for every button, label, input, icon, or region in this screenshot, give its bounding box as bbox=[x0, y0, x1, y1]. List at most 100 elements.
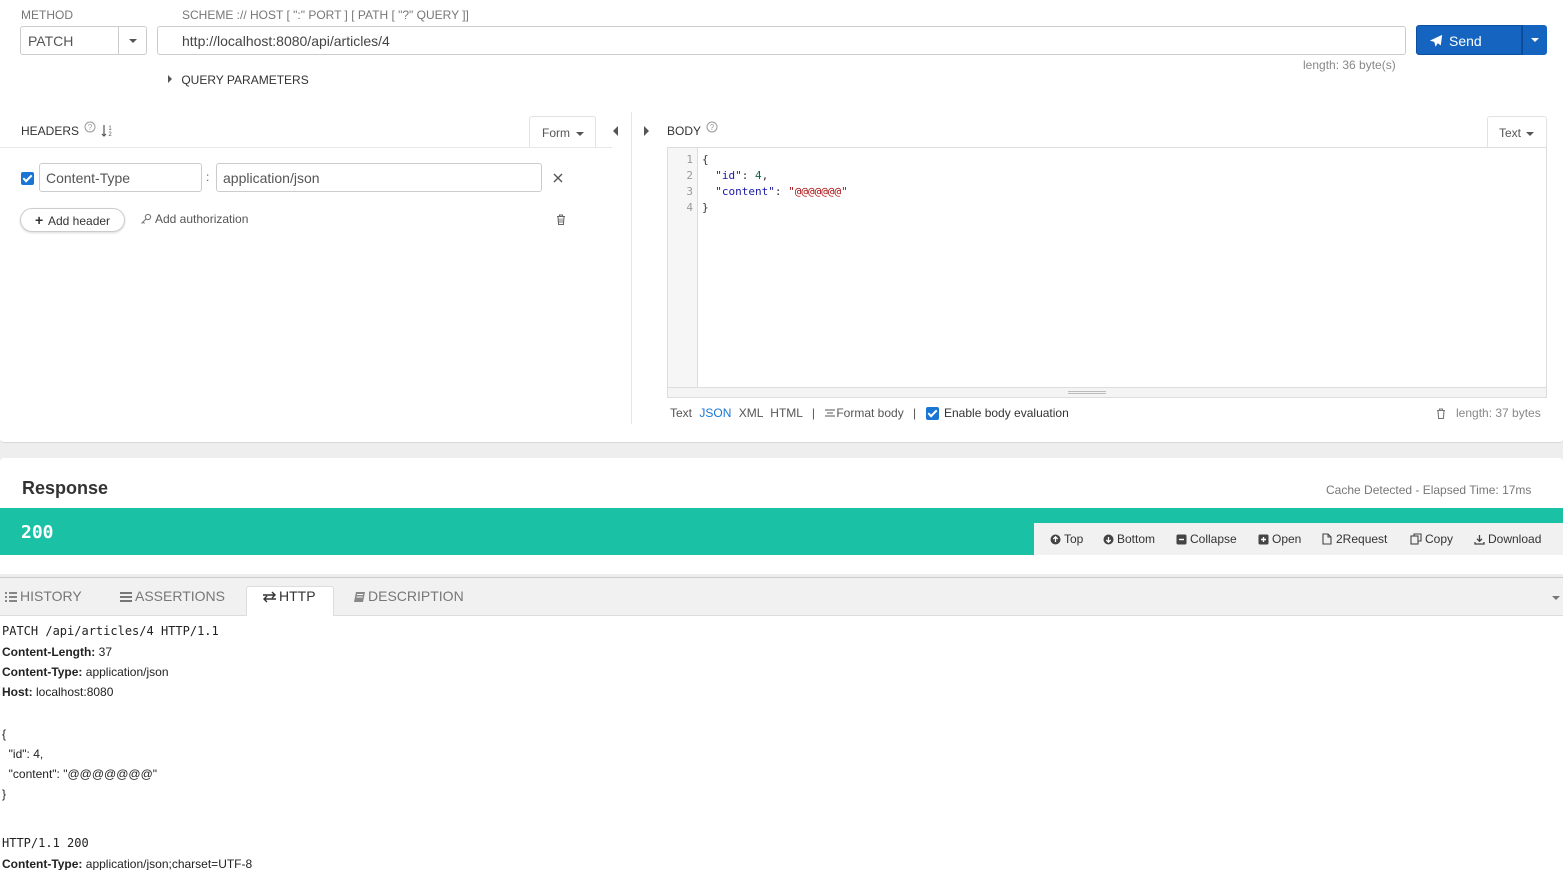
arrow-down-circle-icon bbox=[1103, 534, 1114, 545]
tab-http[interactable]: HTTP bbox=[262, 588, 316, 604]
url-label: SCHEME :// HOST [ ":" PORT ] [ PATH [ "?… bbox=[182, 8, 469, 22]
paper-plane-icon bbox=[1429, 34, 1443, 47]
checklist-icon bbox=[120, 592, 132, 602]
method-label: METHOD bbox=[21, 8, 73, 22]
trash-icon[interactable] bbox=[556, 214, 566, 225]
format-xml[interactable]: XML bbox=[739, 406, 763, 420]
format-json[interactable]: JSON bbox=[699, 406, 731, 420]
header-enabled-checkbox[interactable] bbox=[21, 172, 34, 185]
format-divider: | bbox=[913, 406, 917, 420]
list-icon bbox=[5, 592, 17, 602]
send-options-button[interactable] bbox=[1522, 25, 1547, 55]
headers-title: HEADERS bbox=[21, 124, 80, 138]
chevron-down-icon[interactable] bbox=[1552, 596, 1560, 600]
http-content: PATCH /api/articles/4 HTTP/1.1 Content-L… bbox=[0, 616, 1563, 870]
header-name-input[interactable]: Content-Type bbox=[39, 163, 202, 192]
svg-text:?: ? bbox=[710, 123, 715, 132]
url-value: http://localhost:8080/api/articles/4 bbox=[182, 33, 390, 49]
response-title: Response bbox=[22, 478, 109, 498]
method-caret[interactable] bbox=[118, 27, 146, 54]
headers-mode-dropdown[interactable]: Form bbox=[529, 116, 596, 147]
help-icon[interactable]: ? bbox=[706, 121, 718, 133]
format-text[interactable]: Text bbox=[670, 406, 692, 420]
line-number: 2 bbox=[686, 169, 693, 182]
chevron-down-icon bbox=[576, 132, 584, 136]
chevron-right-icon bbox=[168, 75, 172, 83]
response-header: Content-Type: application/json;charset=U… bbox=[2, 857, 253, 870]
body-length: length: 37 bytes bbox=[1456, 406, 1541, 420]
bottom-button[interactable]: Bottom bbox=[1103, 532, 1155, 546]
url-input[interactable]: http://localhost:8080/api/articles/4 bbox=[157, 26, 1406, 55]
collapse-right-icon[interactable] bbox=[644, 126, 649, 136]
copy-button[interactable]: Copy bbox=[1410, 532, 1453, 546]
body-mode-dropdown[interactable]: Text bbox=[1487, 116, 1547, 147]
header-value-input[interactable]: application/json bbox=[216, 163, 542, 192]
close-icon[interactable] bbox=[553, 173, 563, 183]
request-header: Content-Length: 37 bbox=[2, 645, 112, 659]
headers-mode-label: Form bbox=[542, 126, 570, 140]
line-number: 4 bbox=[686, 201, 693, 214]
trash-icon[interactable] bbox=[1436, 408, 1446, 419]
query-params-toggle[interactable]: QUERY PARAMETERS bbox=[168, 73, 309, 87]
add-authorization-label: Add authorization bbox=[155, 212, 249, 226]
svg-text:?: ? bbox=[88, 123, 93, 132]
body-editor[interactable]: 1 2 3 4 { "id": 4, "content": "@@@@@@@" … bbox=[667, 147, 1547, 398]
format-html[interactable]: HTML bbox=[770, 406, 802, 420]
open-button[interactable]: Open bbox=[1258, 532, 1301, 546]
pane-splitter[interactable] bbox=[631, 112, 632, 424]
response-line: HTTP/1.1 200 bbox=[2, 836, 89, 850]
line-number: 3 bbox=[686, 185, 693, 198]
request-header: Host: localhost:8080 bbox=[2, 685, 114, 699]
chevron-down-icon bbox=[129, 39, 137, 43]
headers-divider bbox=[0, 147, 612, 148]
align-icon bbox=[825, 409, 836, 417]
enable-eval-label: Enable body evaluation bbox=[944, 406, 1069, 420]
code-line: { bbox=[702, 153, 709, 166]
to-request-button[interactable]: 2Request bbox=[1322, 532, 1387, 546]
editor-resize-handle[interactable] bbox=[668, 387, 1546, 397]
response-meta: Cache Detected - Elapsed Time: 17ms bbox=[1326, 483, 1532, 497]
minus-square-icon bbox=[1176, 534, 1187, 545]
status-code: 200 bbox=[21, 522, 54, 543]
sort-icon[interactable]: 1 2 bbox=[101, 124, 114, 137]
request-line: PATCH /api/articles/4 HTTP/1.1 bbox=[2, 624, 219, 638]
tab-assertions[interactable]: ASSERTIONS bbox=[119, 588, 225, 604]
method-select[interactable]: PATCH bbox=[20, 26, 147, 55]
chevron-down-icon bbox=[1531, 38, 1539, 42]
body-title: BODY bbox=[667, 124, 702, 138]
request-header: Content-Type: application/json bbox=[2, 665, 169, 679]
download-button[interactable]: Download bbox=[1474, 532, 1541, 546]
line-number: 1 bbox=[686, 153, 693, 166]
exchange-icon bbox=[263, 591, 276, 603]
format-divider: | bbox=[811, 406, 815, 420]
code-line: } bbox=[702, 201, 709, 214]
code-line: "content": "@@@@@@@" bbox=[715, 185, 848, 198]
body-mode-label: Text bbox=[1499, 126, 1522, 140]
tab-history[interactable]: HISTORY bbox=[4, 588, 82, 604]
body-format-bar: Text JSON XML HTML | Format body | bbox=[670, 406, 916, 420]
enable-eval-checkbox[interactable] bbox=[926, 407, 939, 420]
help-icon[interactable]: ? bbox=[84, 121, 96, 133]
add-header-label: Add header bbox=[48, 214, 111, 228]
format-body-button[interactable]: Format body bbox=[836, 406, 903, 420]
tab-description[interactable]: DESCRIPTION bbox=[353, 588, 464, 604]
download-icon bbox=[1474, 535, 1485, 545]
collapse-left-icon[interactable] bbox=[613, 126, 618, 136]
plus-icon: + bbox=[35, 212, 44, 228]
method-value: PATCH bbox=[28, 33, 74, 49]
book-icon bbox=[354, 592, 365, 602]
top-button[interactable]: Top bbox=[1050, 532, 1083, 546]
response-panel: Response Cache Detected - Elapsed Time: … bbox=[0, 458, 1563, 574]
plus-square-icon bbox=[1258, 534, 1269, 545]
query-params-label: QUERY PARAMETERS bbox=[181, 73, 309, 87]
key-icon bbox=[141, 213, 152, 224]
add-authorization-link[interactable]: Add authorization bbox=[140, 212, 248, 226]
editor-gutter: 1 2 3 4 bbox=[668, 148, 698, 388]
add-header-button[interactable]: + Add header bbox=[20, 208, 125, 232]
request-body-line: "content": "@@@@@@@" bbox=[2, 767, 158, 781]
copy-icon bbox=[1410, 533, 1422, 545]
response-tabs: HISTORY ASSERTIONS HTTP DESCRIPTION bbox=[0, 577, 1563, 617]
send-button[interactable]: Send bbox=[1416, 25, 1522, 55]
request-body-line: } bbox=[2, 787, 7, 801]
collapse-button[interactable]: Collapse bbox=[1176, 532, 1237, 546]
